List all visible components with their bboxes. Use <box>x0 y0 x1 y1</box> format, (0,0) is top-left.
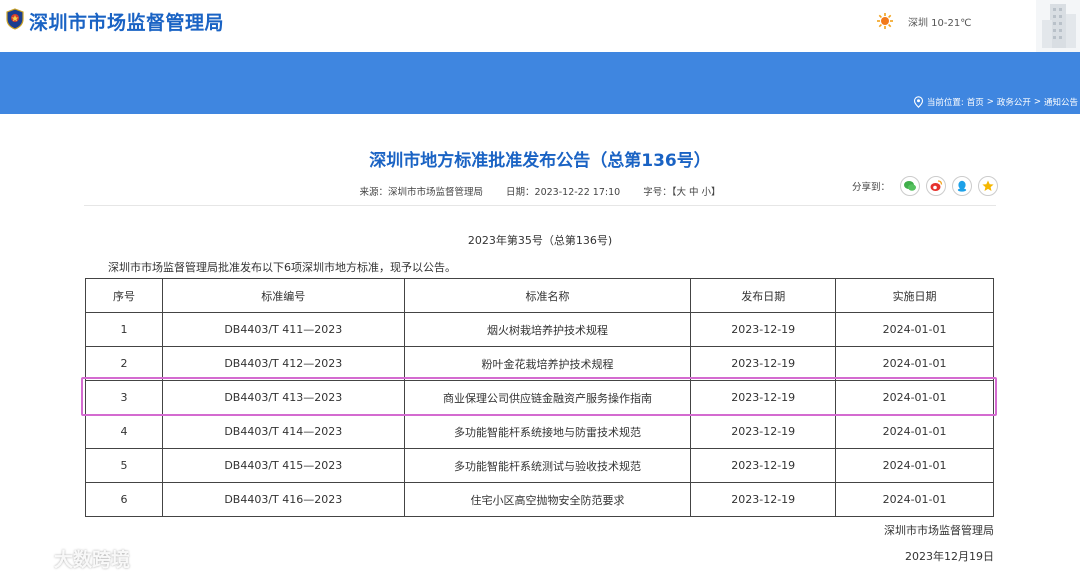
cell-index: 2 <box>85 346 163 381</box>
article-source: 来源：深圳市市场监督管理局 <box>359 187 484 198</box>
table-row: 1 DB4403/T 411—2023 烟火树栽培养护技术规程 2023-12-… <box>85 312 994 347</box>
cell-index: 5 <box>85 448 163 483</box>
wechat-share-button[interactable] <box>900 176 921 196</box>
cell-standard-name: 粉叶金花栽培养护技术规程 <box>403 346 692 381</box>
cell-standard-number: DB4403/T 412—2023 <box>161 346 405 381</box>
cell-standard-number: DB4403/T 414—2023 <box>161 414 405 449</box>
cell-release-date: 2023-12-19 <box>690 312 837 347</box>
article-date: 日期：2023-12-22 17:10 <box>506 187 621 198</box>
table-row: 4 DB4403/T 414—2023 多功能智能杆系统接地与防雷技术规范 20… <box>85 414 994 449</box>
font-size-control[interactable]: 字号：【大 中 小】 <box>643 187 720 198</box>
header-standard-name: 标准名称 <box>403 278 692 313</box>
cell-effective-date: 2024-01-01 <box>835 312 994 347</box>
site-title[interactable]: 深圳市市场监督管理局 <box>29 8 224 35</box>
banner: 当前位置: 首页 > 政务公开 > 通知公告 <box>0 52 1080 114</box>
qzone-icon <box>982 180 994 191</box>
qq-share-button[interactable] <box>952 176 973 196</box>
header-standard-number: 标准编号 <box>161 278 405 313</box>
cell-effective-date: 2024-01-01 <box>835 346 994 381</box>
article-title: 深圳市地方标准批准发布公告（总第136号） <box>369 151 711 171</box>
row-highlight-box <box>81 377 997 416</box>
cell-standard-name: 住宅小区高空抛物安全防范要求 <box>403 482 692 517</box>
weather-text: 深圳 10-21℃ <box>908 17 972 29</box>
cell-index: 6 <box>85 482 163 517</box>
header-effective-date: 实施日期 <box>835 278 994 313</box>
table-row: 2 DB4403/T 412—2023 粉叶金花栽培养护技术规程 2023-12… <box>85 346 994 381</box>
announcement-number: 2023年第35号（总第136号) <box>467 234 613 247</box>
cell-effective-date: 2024-01-01 <box>835 414 994 449</box>
header-index: 序号 <box>85 278 163 313</box>
cell-release-date: 2023-12-19 <box>690 414 837 449</box>
cell-standard-name: 多功能智能杆系统测试与验收技术规范 <box>403 448 692 483</box>
cell-index: 4 <box>85 414 163 449</box>
breadcrumb-label: 当前位置: <box>926 98 964 108</box>
cell-standard-number: DB4403/T 415—2023 <box>161 448 405 483</box>
qq-icon <box>957 180 967 192</box>
cell-release-date: 2023-12-19 <box>690 482 837 517</box>
watermark: 大数跨境 <box>10 545 130 572</box>
share-label: 分享到： <box>852 182 891 193</box>
breadcrumb-notices[interactable]: 通知公告 <box>1044 96 1078 108</box>
weather-widget: 深圳 10-21℃ <box>876 12 971 30</box>
cell-effective-date: 2024-01-01 <box>835 448 994 483</box>
breadcrumb-home[interactable]: 首页 <box>967 96 984 108</box>
article-card: 深圳市地方标准批准发布公告（总第136号） 来源：深圳市市场监督管理局 日期：2… <box>40 114 1040 579</box>
breadcrumb: 当前位置: 首页 > 政务公开 > 通知公告 <box>913 96 1078 108</box>
header-release-date: 发布日期 <box>690 278 837 313</box>
sun-icon <box>877 13 893 29</box>
weibo-share-button[interactable] <box>926 176 947 196</box>
divider <box>84 205 996 206</box>
announcement-intro: 深圳市市场监督管理局批准发布以下6项深圳市地方标准，现予以公告。 <box>108 261 456 274</box>
wechat-icon <box>904 181 917 191</box>
table-row: 6 DB4403/T 416—2023 住宅小区高空抛物安全防范要求 2023-… <box>85 482 994 517</box>
cell-standard-name: 烟火树栽培养护技术规程 <box>403 312 692 347</box>
cell-standard-number: DB4403/T 411—2023 <box>161 312 405 347</box>
watermark-text: 大数跨境 <box>54 549 131 571</box>
qzone-share-button[interactable] <box>978 176 999 196</box>
table-row: 5 DB4403/T 415—2023 多功能智能杆系统测试与验收技术规范 20… <box>85 448 994 483</box>
share-bar: 分享到： <box>852 176 999 196</box>
cell-effective-date: 2024-01-01 <box>835 482 994 517</box>
weibo-icon <box>930 180 943 191</box>
table-header-row: 序号 标准编号 标准名称 发布日期 实施日期 <box>85 278 994 313</box>
cell-standard-name: 多功能智能杆系统接地与防雷技术规范 <box>403 414 692 449</box>
building-illustration <box>1036 0 1080 52</box>
cell-index: 1 <box>85 312 163 347</box>
cell-standard-number: DB4403/T 416—2023 <box>161 482 405 517</box>
cell-release-date: 2023-12-19 <box>690 346 837 381</box>
breadcrumb-gov-affairs[interactable]: 政务公开 <box>997 96 1031 108</box>
breadcrumb-separator: > <box>1033 97 1041 107</box>
issuer-signature: 深圳市市场监督管理局 <box>884 524 994 537</box>
breadcrumb-separator: > <box>986 97 994 107</box>
watermark-logo-icon <box>13 550 50 567</box>
police-emblem-icon <box>6 8 24 30</box>
issue-date: 2023年12月19日 <box>905 550 994 563</box>
location-pin-icon <box>913 96 923 108</box>
cell-release-date: 2023-12-19 <box>690 448 837 483</box>
site-header: 深圳市市场监督管理局 深圳 10-21℃ <box>0 0 1080 52</box>
